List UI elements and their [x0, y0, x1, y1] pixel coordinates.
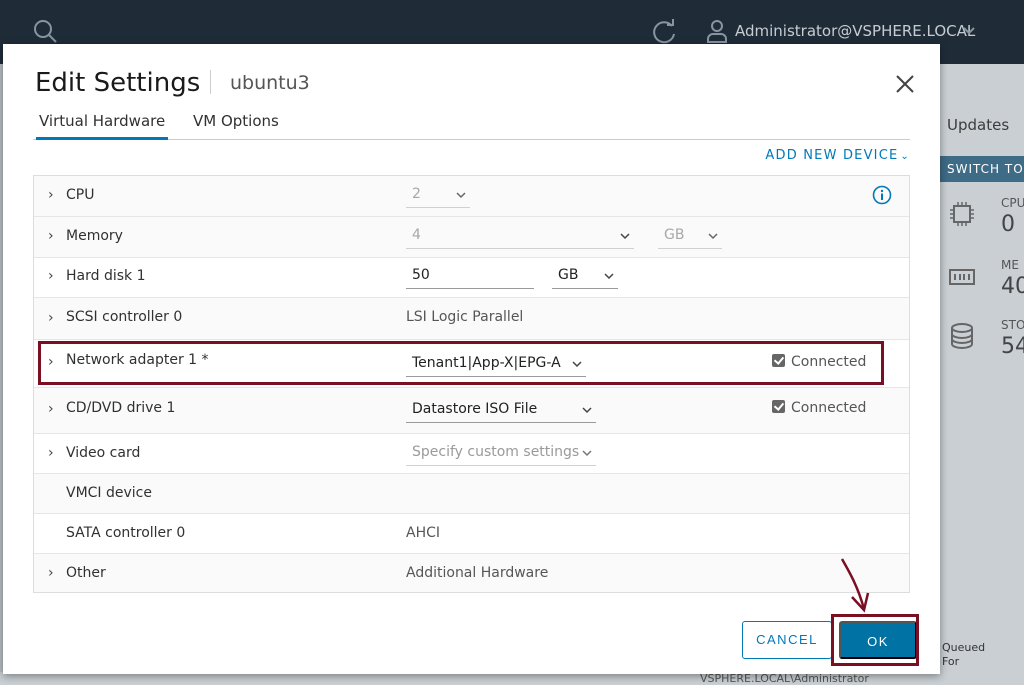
- dialog-tabs: Virtual Hardware VM Options: [33, 110, 910, 140]
- chevron-down-icon: [582, 407, 592, 414]
- switch-button[interactable]: SWITCH TO: [940, 156, 1024, 182]
- cpu-icon: [950, 202, 974, 226]
- close-icon[interactable]: [894, 73, 916, 95]
- chevron-down-icon: [604, 273, 614, 280]
- memory-unit-select[interactable]: GB: [658, 227, 722, 249]
- cd-dvd-connected-checkbox[interactable]: Connected: [772, 400, 866, 416]
- chevron-down-icon: [620, 233, 630, 240]
- expand-chevron-icon[interactable]: ›: [48, 310, 54, 326]
- chevron-down-icon: ⌄: [900, 151, 910, 162]
- memory-resource: ME 40: [948, 258, 1024, 308]
- checkbox-checked-icon: [772, 400, 785, 413]
- expand-chevron-icon[interactable]: ›: [48, 565, 54, 581]
- row-cpu: › CPU 2: [34, 176, 909, 217]
- storage-icon: [951, 323, 973, 349]
- tab-updates[interactable]: Updates: [947, 116, 1009, 134]
- chevron-down-icon: [708, 233, 718, 240]
- refresh-icon[interactable]: [650, 18, 678, 46]
- arrow-annotation-icon: [840, 558, 870, 613]
- network-adapter-highlight: [38, 341, 884, 385]
- row-scsi-controller: › SCSI controller 0 LSI Logic Parallel: [34, 298, 909, 340]
- hard-disk-unit-select[interactable]: GB: [552, 267, 618, 289]
- row-hard-disk: › Hard disk 1 50 GB: [34, 258, 909, 298]
- queued-column-header[interactable]: Queued For: [942, 641, 992, 669]
- tab-virtual-hardware[interactable]: Virtual Hardware: [36, 112, 169, 140]
- dialog-subtitle: ubuntu3: [230, 72, 310, 94]
- expand-chevron-icon[interactable]: ›: [48, 401, 54, 417]
- hard-disk-size-input[interactable]: 50: [406, 267, 534, 289]
- cancel-button[interactable]: CANCEL: [742, 621, 832, 659]
- memory-size-select[interactable]: 4: [406, 227, 634, 249]
- expand-chevron-icon[interactable]: ›: [48, 268, 54, 284]
- title-divider: [210, 70, 211, 94]
- cpu-resource: CPU 0: [948, 196, 1024, 246]
- chevron-down-icon[interactable]: [962, 24, 976, 38]
- storage-resource: STO 54: [948, 318, 1024, 368]
- user-icon: [707, 20, 727, 43]
- chevron-down-icon: [456, 192, 466, 199]
- chevron-down-icon: [582, 450, 592, 457]
- row-video-card: › Video card Specify custom settings: [34, 434, 909, 474]
- cpu-count-select[interactable]: 2: [406, 186, 470, 208]
- expand-chevron-icon[interactable]: ›: [48, 187, 54, 203]
- row-other: › Other Additional Hardware: [34, 554, 909, 592]
- tab-vm-options[interactable]: VM Options: [193, 112, 279, 140]
- row-sata-controller: SATA controller 0 AHCI: [34, 514, 909, 554]
- add-new-device-button[interactable]: ADD NEW DEVICE ⌄: [765, 148, 910, 163]
- memory-icon: [949, 269, 975, 285]
- cd-dvd-source-select[interactable]: Datastore ISO File: [406, 401, 596, 423]
- row-vmci-device: VMCI device: [34, 474, 909, 514]
- dialog-title: Edit Settings: [35, 68, 201, 98]
- search-icon[interactable]: [32, 18, 58, 44]
- row-memory: › Memory 4 GB: [34, 217, 909, 258]
- expand-chevron-icon[interactable]: ›: [48, 445, 54, 461]
- video-card-select[interactable]: Specify custom settings: [406, 444, 596, 466]
- user-menu-label[interactable]: Administrator@VSPHERE.LOCAL: [735, 22, 975, 40]
- row-cd-dvd-drive: › CD/DVD drive 1 Datastore ISO File Conn…: [34, 388, 909, 434]
- info-icon[interactable]: [872, 185, 892, 205]
- expand-chevron-icon[interactable]: ›: [48, 228, 54, 244]
- ok-button-highlight: [831, 614, 919, 666]
